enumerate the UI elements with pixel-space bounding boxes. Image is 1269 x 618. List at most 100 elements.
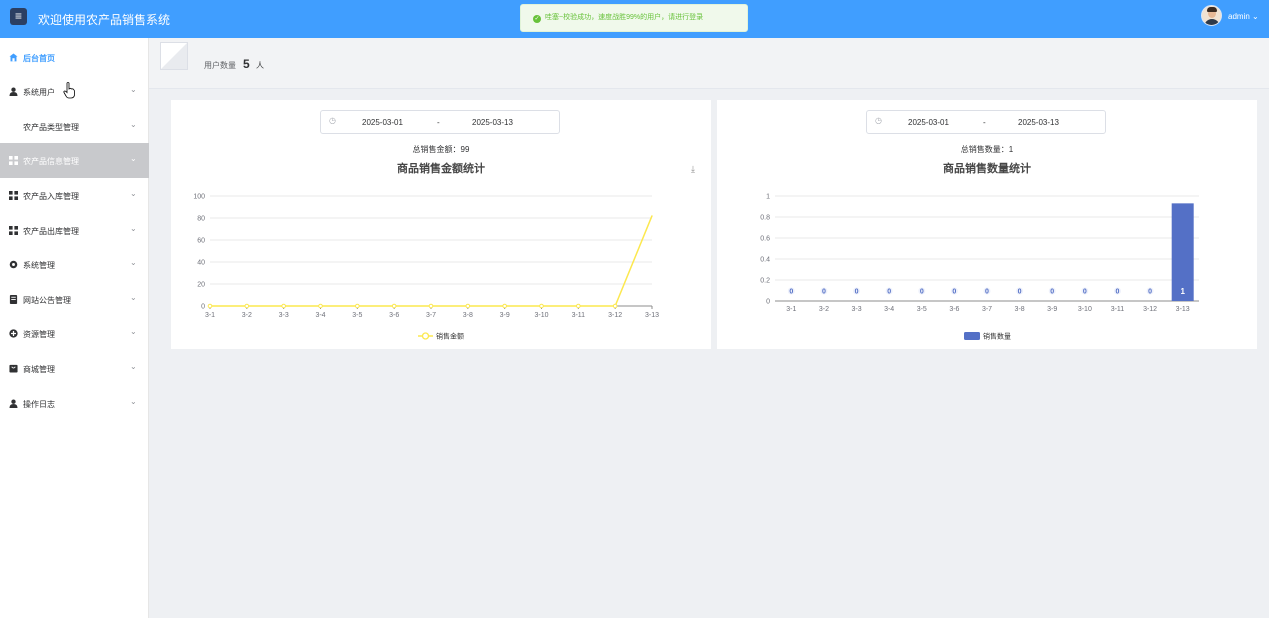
- hamburger-icon[interactable]: ≡: [10, 8, 27, 25]
- x-tick-label: 3-10: [534, 312, 548, 319]
- x-tick-label: 3-13: [645, 312, 659, 319]
- stat-image: [160, 42, 188, 70]
- data-label: 0: [1083, 289, 1087, 296]
- sidebar-item-product-types[interactable]: 农产品类型管理 ⌄: [0, 109, 149, 144]
- user-menu-dropdown[interactable]: admin ⌄: [1228, 12, 1259, 21]
- sidebar-item-home[interactable]: 后台首页: [0, 40, 149, 75]
- series-line: [210, 215, 653, 307]
- app-title: 欢迎使用农产品销售系统: [38, 13, 171, 27]
- data-label: 0: [1050, 289, 1054, 296]
- chevron-down-icon: ⌄: [1249, 12, 1259, 21]
- sidebar-item-resources[interactable]: 资源管理 ⌄: [0, 316, 149, 351]
- x-tick-label: 3-13: [1176, 306, 1190, 313]
- gear-icon: [9, 260, 18, 269]
- x-tick-label: 3-7: [426, 312, 436, 319]
- sidebar-item-system-settings[interactable]: 系统管理 ⌄: [0, 247, 149, 282]
- legend-marker: [421, 332, 430, 340]
- sidebar-item-stock-in[interactable]: 农产品入库管理 ⌄: [0, 178, 149, 213]
- x-tick-label: 3-10: [1078, 306, 1092, 313]
- chevron-down-icon: ⌄: [130, 362, 137, 371]
- data-point: [612, 303, 618, 309]
- chevron-down-icon: ⌄: [130, 224, 137, 233]
- chevron-down-icon: ⌄: [130, 293, 137, 302]
- x-tick-label: 3-8: [1015, 306, 1025, 313]
- user-count-value: 5: [243, 57, 250, 71]
- data-point: [391, 303, 397, 309]
- data-label: 0: [887, 289, 891, 296]
- data-label: 0: [1148, 289, 1152, 296]
- data-label: 1: [1180, 287, 1185, 296]
- sidebar-item-label: 农产品信息管理: [23, 157, 79, 166]
- data-point: [244, 303, 250, 309]
- sidebar-item-label: 资源管理: [23, 330, 55, 339]
- legend-label: 销售金额: [436, 332, 464, 341]
- sidebar-item-stock-out[interactable]: 农产品出库管理 ⌄: [0, 213, 149, 248]
- x-tick-label: 3-4: [884, 306, 894, 313]
- sidebar-item-shop[interactable]: 商城管理 ⌄: [0, 351, 149, 386]
- x-tick-label: 3-8: [463, 312, 473, 319]
- sidebar-item-label: 网站公告管理: [23, 296, 71, 305]
- data-label: 0: [789, 289, 793, 296]
- avatar[interactable]: [1201, 5, 1222, 26]
- y-tick-label: 20: [197, 282, 205, 289]
- y-tick-label: 0.6: [760, 236, 770, 243]
- check-circle-icon: ✓: [533, 15, 541, 23]
- sales-quantity-card: ◷ 2025-03-01 - 2025-03-13 总销售数量：1 商品销售数量…: [717, 100, 1257, 349]
- chevron-down-icon: ⌄: [130, 258, 137, 267]
- x-tick-label: 3-5: [352, 312, 362, 319]
- data-point: [355, 303, 360, 309]
- data-point: [428, 303, 434, 309]
- chevron-down-icon: ⌄: [130, 120, 137, 129]
- y-tick-label: 0.8: [760, 215, 770, 222]
- x-tick-label: 3-6: [949, 306, 959, 313]
- chevron-down-icon: ⌄: [130, 154, 137, 163]
- data-label: 0: [952, 289, 956, 296]
- sidebar-item-label: 农产品出库管理: [23, 227, 79, 236]
- sidebar-item-label: 系统用户: [23, 88, 55, 97]
- x-tick-label: 3-12: [608, 312, 622, 319]
- login-success-toast: ✓ 哇塞~校验成功，速度战胜99%的用户，请进行登录: [520, 4, 748, 32]
- user-name: admin: [1228, 12, 1250, 21]
- data-point: [651, 215, 653, 217]
- x-tick-label: 3-6: [389, 312, 399, 319]
- x-tick-label: 3-3: [279, 312, 289, 319]
- home-icon: [9, 53, 18, 62]
- data-point: [207, 303, 213, 309]
- data-label: 0: [855, 289, 859, 296]
- sidebar-item-label: 后台首页: [23, 54, 55, 63]
- data-label: 0: [1018, 289, 1022, 296]
- legend-swatch: [964, 332, 980, 340]
- top-header: ≡ 欢迎使用农产品销售系统 ✓ 哇塞~校验成功，速度战胜99%的用户，请进行登录 …: [0, 0, 1269, 38]
- data-point: [502, 303, 507, 309]
- y-tick-label: 0.4: [760, 257, 770, 264]
- y-tick-label: 0: [766, 299, 770, 306]
- sidebar-item-label: 系统管理: [23, 261, 55, 270]
- plus-circle-icon: [9, 329, 18, 338]
- chevron-down-icon: ⌄: [130, 327, 137, 336]
- sidebar-item-label: 商城管理: [23, 365, 55, 374]
- data-label: 0: [822, 289, 826, 296]
- sidebar-item-label: 农产品类型管理: [23, 123, 79, 132]
- y-tick-label: 0.2: [760, 278, 770, 285]
- grid-icon: [9, 226, 18, 235]
- data-label: 0: [985, 289, 989, 296]
- sidebar-item-operation-log[interactable]: 操作日志 ⌄: [0, 386, 149, 421]
- y-tick-label: 100: [193, 194, 205, 201]
- y-tick-label: 60: [197, 238, 205, 245]
- y-tick-label: 80: [197, 216, 205, 223]
- data-point: [318, 303, 323, 309]
- x-tick-label: 3-11: [572, 312, 586, 319]
- data-point: [539, 303, 544, 309]
- x-tick-label: 3-5: [917, 306, 927, 313]
- chevron-down-icon: ⌄: [130, 189, 137, 198]
- data-label: 0: [920, 289, 924, 296]
- sidebar-item-product-info[interactable]: 农产品信息管理 ⌄: [0, 143, 149, 178]
- y-tick-label: 0: [201, 304, 205, 311]
- x-tick-label: 3-12: [1143, 306, 1157, 313]
- x-tick-label: 3-2: [242, 312, 252, 319]
- sidebar-item-announcements[interactable]: 网站公告管理 ⌄: [0, 282, 149, 317]
- user-count-panel: 用户数量 5 人: [149, 38, 1269, 89]
- sidebar-item-label: 农产品入库管理: [23, 192, 79, 201]
- x-tick-label: 3-4: [315, 312, 325, 319]
- user-icon: [9, 87, 18, 96]
